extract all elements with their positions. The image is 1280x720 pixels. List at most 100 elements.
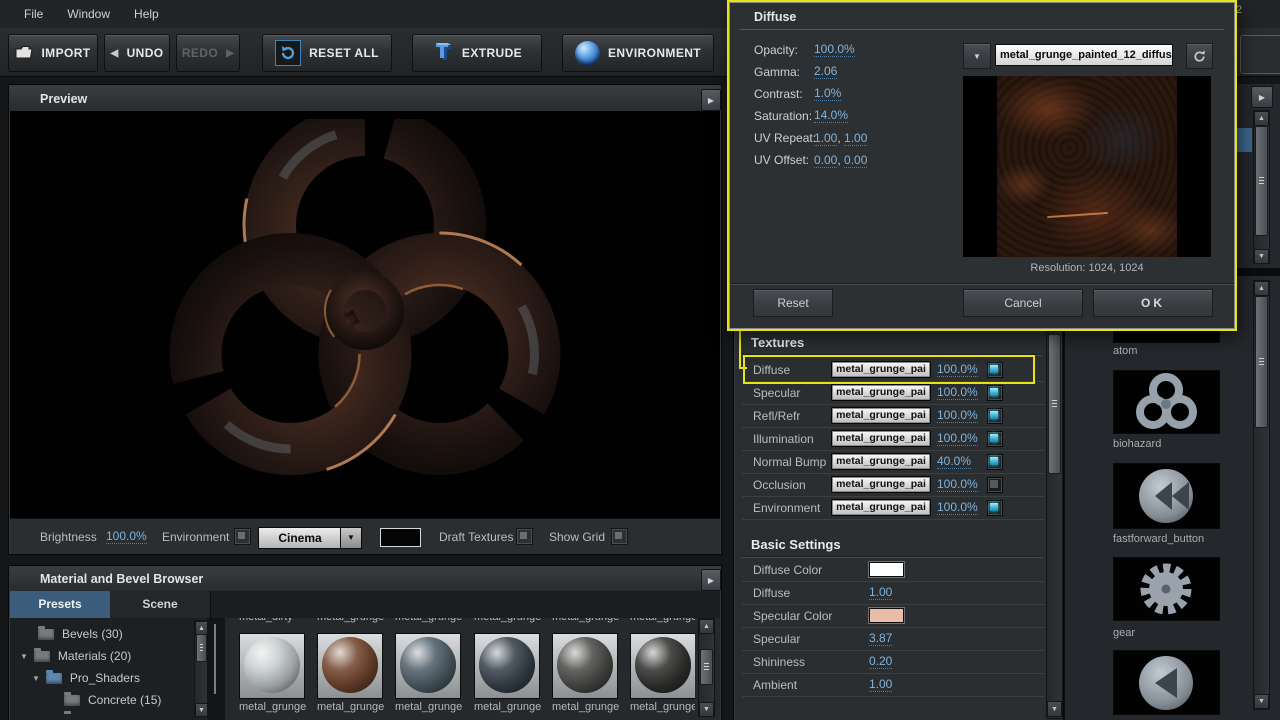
texture-name-field[interactable]: metal_grunge_painted_12_diffus [995, 44, 1173, 66]
opacity-value[interactable]: 100.0% [814, 43, 855, 57]
uv-offset-v[interactable]: 0.00 [844, 153, 867, 168]
objects-collapse-button[interactable]: ▶ [1251, 86, 1273, 108]
menu-window[interactable]: Window [67, 7, 110, 21]
diffuse-value[interactable]: 1.00 [869, 586, 892, 600]
ok-button[interactable]: OK [1093, 289, 1213, 317]
texture-refresh-button[interactable] [1186, 43, 1213, 69]
scroll-down-icon[interactable]: ▼ [1254, 694, 1269, 709]
diffuse-row-highlight [743, 355, 1035, 384]
object-thumb-atom[interactable] [1113, 330, 1220, 343]
object-thumb-gear[interactable] [1113, 557, 1220, 621]
object-thumb-fastforward[interactable] [1113, 463, 1220, 529]
material-thumb[interactable] [395, 633, 461, 699]
menu-file[interactable]: File [24, 7, 43, 21]
thumbnails-scrollbar[interactable]: ▲ ▼ [698, 618, 715, 717]
redo-button[interactable]: REDO ▶ [176, 34, 240, 72]
shininess-value[interactable]: 0.20 [869, 655, 892, 669]
objects-lower-scrollbar-thumb[interactable] [1255, 296, 1268, 428]
texture-amount-value[interactable]: 100.0% [937, 501, 978, 515]
tree-item-pro-shaders[interactable]: ▼ Pro_Shaders [10, 667, 206, 689]
tree-item-concrete[interactable]: Concrete (15) [10, 689, 206, 711]
tree-item-clipped[interactable] [64, 714, 80, 720]
texture-amount-value[interactable]: 100.0% [937, 386, 978, 400]
cancel-button[interactable]: Cancel [963, 289, 1083, 317]
tab-presets[interactable]: Presets [10, 591, 111, 618]
texture-amount-value[interactable]: 100.0% [937, 478, 978, 492]
saturation-value[interactable]: 14.0% [814, 109, 848, 123]
texture-enable-checkbox[interactable] [987, 431, 1003, 447]
preview-viewport[interactable] [10, 111, 720, 518]
settings-scrollbar[interactable]: ▼ [1046, 331, 1063, 719]
objects-upper-scrollbar[interactable]: ▲ ▼ [1253, 110, 1270, 264]
material-thumb[interactable] [474, 633, 540, 699]
texture-enable-checkbox[interactable] [987, 500, 1003, 516]
camera-select-dropdown-icon[interactable]: ▼ [340, 527, 362, 549]
thumbnails-scrollbar-thumb[interactable] [700, 649, 713, 685]
undo-button[interactable]: ◀ UNDO [104, 34, 170, 72]
browser-collapse-button[interactable]: ▶ [701, 569, 721, 591]
uv-repeat-v[interactable]: 1.00 [844, 131, 867, 146]
scroll-up-icon[interactable]: ▲ [1254, 111, 1269, 126]
texture-enable-checkbox[interactable] [987, 477, 1003, 493]
texture-map-button[interactable]: metal_grunge_pai [831, 499, 931, 516]
browser-splitter-handle[interactable] [214, 624, 216, 694]
preview-collapse-button[interactable]: ▶ [701, 89, 721, 111]
uv-repeat-u[interactable]: 1.00 [814, 131, 837, 146]
texture-amount-value[interactable]: 40.0% [937, 455, 971, 469]
show-grid-checkbox[interactable] [611, 528, 628, 545]
import-button[interactable]: IMPORT [8, 34, 98, 72]
partial-toolbar-button[interactable] [1240, 35, 1280, 74]
objects-upper-scrollbar-thumb[interactable] [1255, 126, 1268, 236]
redo-arrow-icon: ▶ [226, 48, 234, 59]
tab-scene[interactable]: Scene [110, 591, 211, 618]
tree-item-materials[interactable]: ▼ Materials (20) [10, 645, 206, 667]
brightness-value[interactable]: 100.0% [106, 530, 147, 544]
specular-color-swatch[interactable] [869, 608, 904, 623]
object-thumb-play-button[interactable] [1113, 650, 1220, 715]
object-thumb-biohazard[interactable] [1113, 370, 1220, 434]
diffuse-color-swatch[interactable] [869, 562, 904, 577]
objects-lower-scrollbar[interactable]: ▲ ▼ [1253, 280, 1270, 710]
texture-enable-checkbox[interactable] [987, 385, 1003, 401]
texture-map-button[interactable]: metal_grunge_pai [831, 407, 931, 424]
material-thumb[interactable] [552, 633, 618, 699]
reset-button[interactable]: Reset [753, 289, 833, 317]
scroll-down-icon[interactable]: ▼ [699, 702, 714, 717]
scroll-down-icon[interactable]: ▼ [1254, 249, 1269, 264]
texture-dropdown-button[interactable]: ▼ [963, 43, 991, 69]
texture-enable-checkbox[interactable] [987, 454, 1003, 470]
texture-map-button[interactable]: metal_grunge_pai [831, 453, 931, 470]
material-thumb[interactable] [239, 633, 305, 699]
ambient-value[interactable]: 1.00 [869, 678, 892, 692]
texture-amount-value[interactable]: 100.0% [937, 432, 978, 446]
extrude-button[interactable]: EXTRUDE [412, 34, 542, 72]
menu-help[interactable]: Help [134, 7, 159, 21]
selected-list-item-sliver[interactable] [1233, 128, 1252, 152]
expand-triangle-icon[interactable]: ▼ [32, 674, 40, 683]
expand-triangle-icon[interactable]: ▼ [20, 652, 28, 661]
contrast-value[interactable]: 1.0% [814, 87, 841, 101]
tree-item-bevels[interactable]: Bevels (30) [10, 623, 206, 645]
uv-offset-u[interactable]: 0.00 [814, 153, 837, 168]
draft-textures-checkbox[interactable] [516, 528, 533, 545]
reset-all-button[interactable]: RESET ALL [262, 34, 392, 72]
scroll-up-icon[interactable]: ▲ [699, 619, 714, 634]
environment-button[interactable]: ENVIRONMENT [562, 34, 714, 72]
specular-value[interactable]: 3.87 [869, 632, 892, 646]
texture-amount-value[interactable]: 100.0% [937, 409, 978, 423]
texture-map-button[interactable]: metal_grunge_pai [831, 476, 931, 493]
material-thumb[interactable] [317, 633, 383, 699]
background-color-swatch[interactable] [380, 528, 421, 547]
texture-map-button[interactable]: metal_grunge_pai [831, 384, 931, 401]
tree-scrollbar-thumb[interactable] [196, 634, 207, 662]
material-thumb[interactable] [630, 633, 695, 699]
texture-enable-checkbox[interactable] [987, 408, 1003, 424]
camera-select[interactable]: Cinema [258, 527, 342, 549]
scroll-down-icon[interactable]: ▼ [1047, 701, 1062, 717]
texture-map-button[interactable]: metal_grunge_pai [831, 430, 931, 447]
environment-checkbox[interactable] [234, 528, 251, 545]
settings-scrollbar-thumb[interactable] [1048, 334, 1061, 474]
scroll-up-icon[interactable]: ▲ [1254, 281, 1269, 296]
resolution-text: Resolution: 1024, 1024 [963, 262, 1211, 274]
gamma-value[interactable]: 2.06 [814, 65, 837, 79]
